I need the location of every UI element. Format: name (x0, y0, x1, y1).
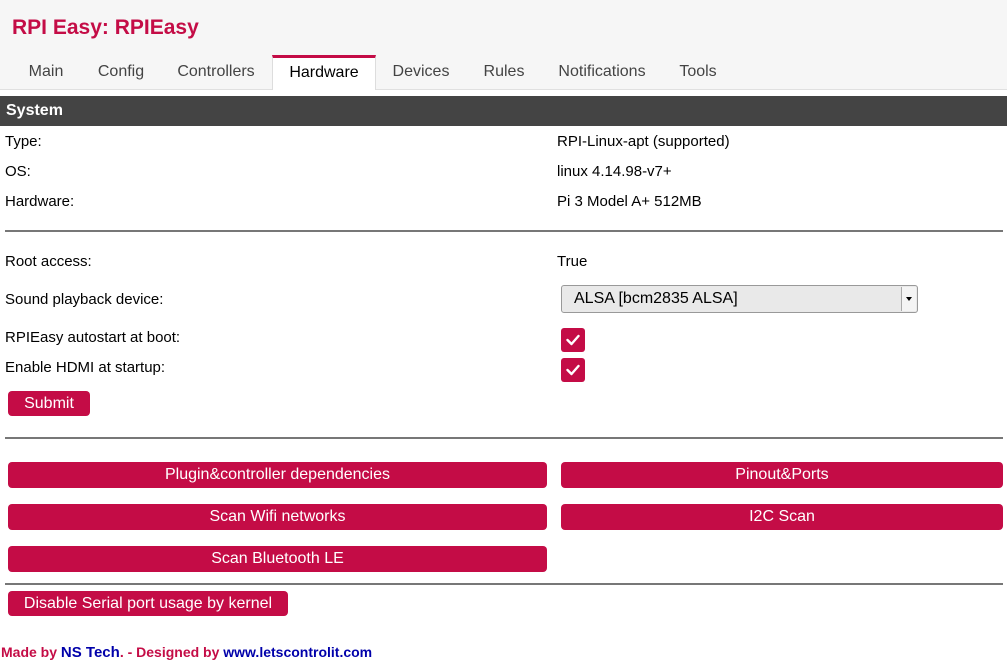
divider (5, 437, 1003, 439)
scan-wifi-button[interactable]: Scan Wifi networks (8, 504, 547, 530)
hardware-value: Pi 3 Model A+ 512MB (557, 193, 702, 210)
root-access-label: Root access: (5, 253, 92, 270)
autostart-label: RPIEasy autostart at boot: (5, 329, 181, 346)
type-label: Type: (5, 133, 42, 150)
footer-site-link[interactable]: www.letscontrolit.com (223, 644, 372, 660)
tab-config[interactable]: Config (82, 55, 160, 90)
hdmi-checkbox[interactable] (561, 358, 585, 382)
tab-controllers[interactable]: Controllers (160, 55, 272, 90)
plugin-dependencies-button[interactable]: Plugin&controller dependencies (8, 462, 547, 488)
pinout-ports-button[interactable]: Pinout&Ports (561, 462, 1003, 488)
autostart-checkbox[interactable] (561, 328, 585, 352)
footer-made-by: Made by (1, 644, 58, 660)
tab-devices[interactable]: Devices (376, 55, 466, 90)
tab-main[interactable]: Main (10, 55, 82, 90)
hardware-label: Hardware: (5, 193, 75, 210)
type-value: RPI-Linux-apt (supported) (557, 133, 730, 150)
check-icon (566, 364, 580, 376)
tab-tools[interactable]: Tools (662, 55, 734, 90)
hdmi-label: Enable HDMI at startup: (5, 359, 166, 376)
tab-hardware[interactable]: Hardware (272, 55, 376, 90)
i2c-scan-button[interactable]: I2C Scan (561, 504, 1003, 530)
tab-notifications[interactable]: Notifications (542, 55, 662, 90)
divider (5, 583, 1003, 585)
submit-button[interactable]: Submit (8, 391, 90, 416)
sound-device-label: Sound playback device: (5, 291, 164, 308)
section-header-system: System (0, 96, 1007, 126)
root-access-value: True (557, 253, 588, 270)
app-title: RPI Easy: RPIEasy (12, 16, 199, 39)
chevron-down-icon (901, 287, 916, 311)
footer-author-link[interactable]: NS Tech (61, 644, 120, 661)
footer-designed-by: . - Designed by (119, 644, 220, 660)
scan-bluetooth-button[interactable]: Scan Bluetooth LE (8, 546, 547, 572)
tab-rules[interactable]: Rules (466, 55, 542, 90)
footer: Made by NS Tech. - Designed by www.letsc… (1, 644, 372, 661)
check-icon (566, 334, 580, 346)
os-label: OS: (5, 163, 31, 180)
os-value: linux 4.14.98-v7+ (557, 163, 672, 180)
page-header: RPI Easy: RPIEasy Main Config Controller… (0, 0, 1007, 90)
sound-device-select[interactable]: ALSA [bcm2835 ALSA] (561, 285, 918, 313)
sound-device-selected: ALSA [bcm2835 ALSA] (574, 290, 738, 307)
disable-serial-button[interactable]: Disable Serial port usage by kernel (8, 591, 288, 616)
divider (5, 230, 1003, 232)
